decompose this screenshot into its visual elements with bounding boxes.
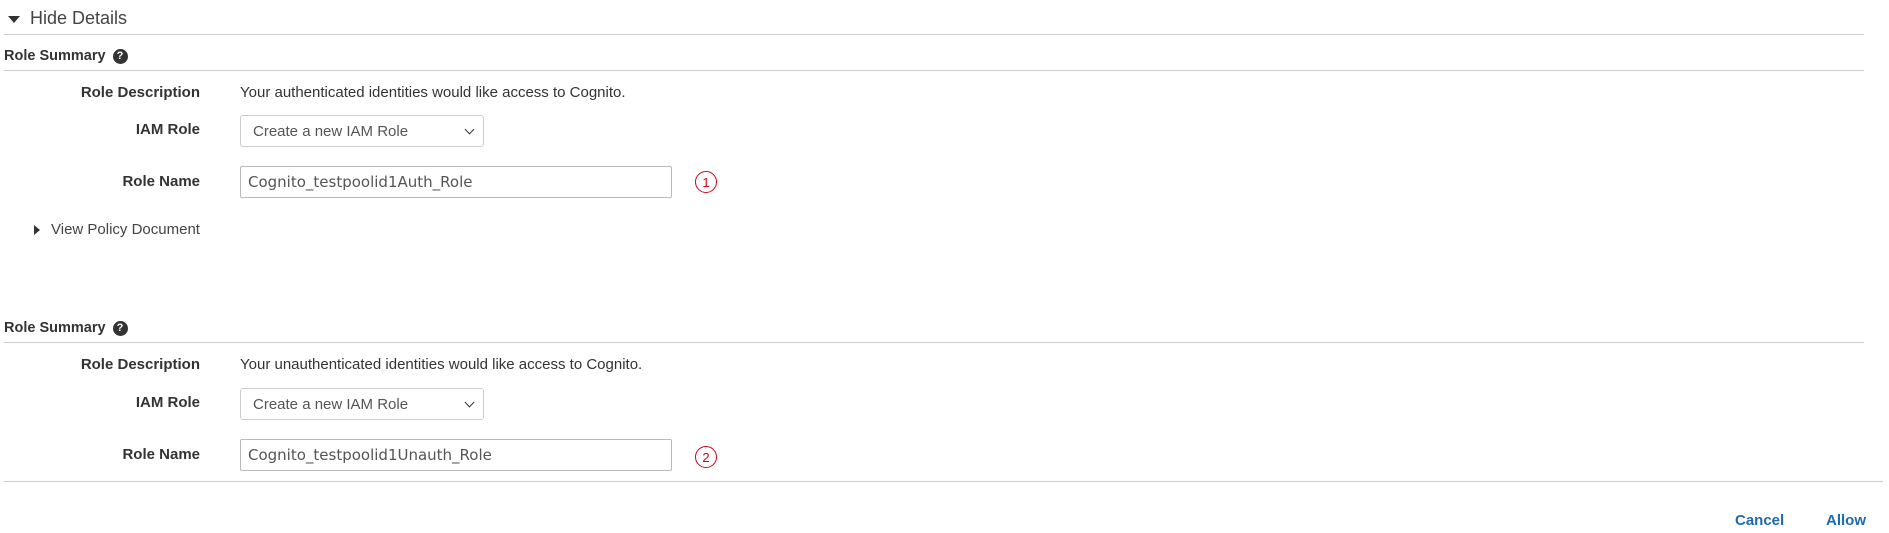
role-summary-title-auth: Role Summary ? (4, 48, 128, 64)
view-policy-label: View Policy Document (51, 221, 200, 238)
cancel-button[interactable]: Cancel (1735, 512, 1784, 529)
divider (4, 34, 1864, 35)
iam-role-selected: Create a new IAM Role (253, 395, 409, 413)
iam-role-label: IAM Role (135, 394, 200, 411)
chevron-down-icon (464, 397, 475, 407)
role-description-label: Role Description (80, 84, 200, 101)
role-summary-label: Role Summary (4, 48, 106, 64)
divider (4, 342, 1864, 343)
role-name-input[interactable] (240, 439, 672, 471)
iam-role-selected: Create a new IAM Role (253, 122, 409, 140)
role-description-value: Your unauthenticated identities would li… (240, 356, 643, 373)
role-name-input[interactable] (240, 166, 672, 198)
footer-divider (4, 481, 1883, 482)
view-policy-document-toggle[interactable]: View Policy Document (34, 221, 200, 238)
caret-down-icon (8, 15, 20, 23)
help-icon[interactable]: ? (112, 48, 128, 64)
iam-role-label: IAM Role (135, 121, 200, 138)
role-name-label: Role Name (122, 446, 200, 463)
divider (4, 70, 1864, 71)
hide-details-toggle[interactable]: Hide Details (8, 6, 127, 30)
chevron-down-icon (464, 124, 475, 134)
hide-details-label: Hide Details (30, 7, 128, 28)
role-description-label: Role Description (80, 356, 200, 373)
caret-right-icon (34, 224, 40, 235)
annotation-marker-1: 1 (695, 171, 717, 193)
iam-role-select[interactable]: Create a new IAM Role (240, 388, 484, 420)
help-icon[interactable]: ? (112, 320, 128, 336)
role-summary-title-unauth: Role Summary ? (4, 320, 128, 336)
iam-role-select[interactable]: Create a new IAM Role (240, 115, 484, 147)
role-description-value: Your authenticated identities would like… (240, 84, 626, 101)
role-summary-label: Role Summary (4, 320, 106, 336)
allow-button[interactable]: Allow (1826, 512, 1866, 529)
annotation-marker-2: 2 (695, 446, 717, 468)
role-name-label: Role Name (122, 173, 200, 190)
